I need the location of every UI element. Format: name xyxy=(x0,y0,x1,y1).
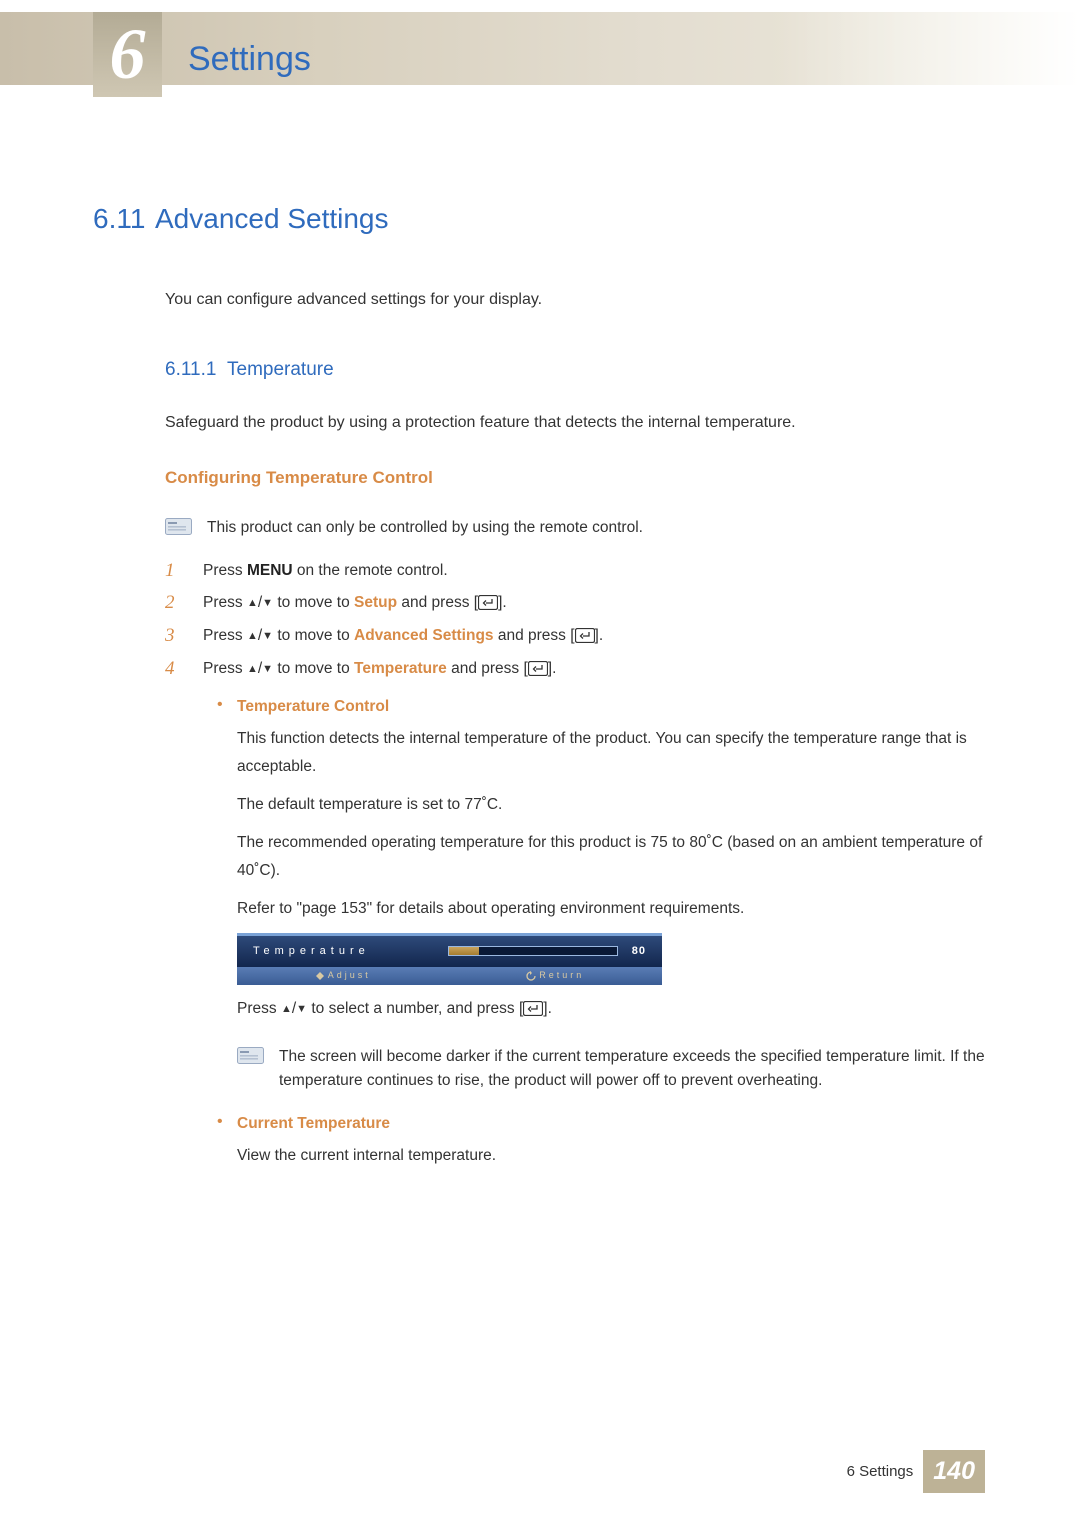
step-1: 1 Press MENU on the remote control. xyxy=(165,559,987,584)
osd-adjust-label: Adjust xyxy=(328,969,371,983)
t: Press xyxy=(203,660,247,677)
slider-fill xyxy=(449,947,479,955)
section-number: 6.11 xyxy=(93,197,155,240)
osd-label: Temperature xyxy=(253,943,370,960)
t: and press [ xyxy=(397,594,478,611)
down-icon: ▼ xyxy=(262,663,273,675)
step-text: Press ▲/▼ to move to Setup and press []. xyxy=(203,591,507,615)
note-icon xyxy=(237,1047,269,1065)
step-num: 4 xyxy=(165,657,203,682)
subsection-number: 6.11.1 xyxy=(165,355,227,384)
t: Press xyxy=(203,627,247,644)
note-darker: The screen will become darker if the cur… xyxy=(237,1045,987,1095)
bullet-current-temp: • Current Temperature xyxy=(217,1112,987,1136)
up-icon: ▲ xyxy=(247,663,258,675)
step-text: Press ▲/▼ to move to Temperature and pre… xyxy=(203,657,556,681)
nav-target: Setup xyxy=(354,594,397,611)
enter-icon xyxy=(575,627,595,642)
temp-ctrl-p2: The default temperature is set to 77˚C. xyxy=(237,791,987,819)
config-heading: Configuring Temperature Control xyxy=(165,465,987,491)
up-icon: ▲ xyxy=(281,1003,292,1015)
subsection-heading: 6.11.1Temperature xyxy=(165,355,987,384)
osd-return: Return xyxy=(526,969,584,983)
osd-adjust: Adjust xyxy=(315,969,371,983)
osd-bottom-row: Adjust Return xyxy=(237,967,662,985)
section-heading: 6.11Advanced Settings xyxy=(93,197,987,240)
enter-icon xyxy=(478,594,498,609)
t: and press [ xyxy=(447,660,528,677)
down-icon: ▼ xyxy=(262,630,273,642)
slider-track xyxy=(448,946,618,956)
step-num: 3 xyxy=(165,624,203,649)
step-text: Press ▲/▼ to move to Advanced Settings a… xyxy=(203,624,603,648)
temp-ctrl-p4: Refer to "page 153" for details about op… xyxy=(237,895,987,923)
t: Press xyxy=(237,1000,281,1017)
t: on the remote control. xyxy=(293,562,448,579)
bullet-title: Temperature Control xyxy=(237,695,389,719)
t: ]. xyxy=(543,1000,552,1017)
t: ]. xyxy=(498,594,507,611)
up-icon: ▲ xyxy=(247,597,258,609)
banner-fade xyxy=(780,12,1080,85)
t: to select a number, and press [ xyxy=(307,1000,523,1017)
osd-slider: 80 xyxy=(448,943,646,960)
osd-return-label: Return xyxy=(539,969,584,983)
subsection-intro: Safeguard the product by using a protect… xyxy=(165,411,987,436)
step-2: 2 Press ▲/▼ to move to Setup and press [… xyxy=(165,591,987,616)
note-remote: This product can only be controlled by u… xyxy=(165,516,987,541)
t: and press [ xyxy=(494,627,575,644)
t: Press xyxy=(203,594,247,611)
down-icon: ▼ xyxy=(262,597,273,609)
osd-temperature: Temperature 80 Adjust Return xyxy=(237,933,662,985)
up-icon: ▲ xyxy=(247,630,258,642)
bullet-temp-control: • Temperature Control xyxy=(217,695,987,719)
temp-ctrl-p3: The recommended operating temperature fo… xyxy=(237,829,987,885)
page-content: 6.11Advanced Settings You can configure … xyxy=(0,97,1080,1170)
menu-key: MENU xyxy=(247,562,293,579)
step-3: 3 Press ▲/▼ to move to Advanced Settings… xyxy=(165,624,987,649)
step-4: 4 Press ▲/▼ to move to Temperature and p… xyxy=(165,657,987,682)
t: ]. xyxy=(548,660,557,677)
nav-target: Advanced Settings xyxy=(354,627,494,644)
steps-list: 1 Press MENU on the remote control. 2 Pr… xyxy=(165,559,987,682)
page-footer: 6 Settings 140 xyxy=(847,1450,985,1493)
note-icon xyxy=(165,518,197,536)
bullet-icon: • xyxy=(217,1112,237,1133)
note-darker-text: The screen will become darker if the cur… xyxy=(279,1045,987,1095)
bullet-title: Current Temperature xyxy=(237,1112,390,1136)
footer-chapter: 6 Settings xyxy=(847,1460,914,1483)
temp-ctrl-select-line: Press ▲/▼ to select a number, and press … xyxy=(237,995,987,1023)
t: Press xyxy=(203,562,247,579)
t: to move to xyxy=(273,594,354,611)
osd-top-row: Temperature 80 xyxy=(237,933,662,967)
enter-icon xyxy=(528,660,548,675)
page-number: 140 xyxy=(923,1450,985,1493)
section-intro: You can configure advanced settings for … xyxy=(165,288,987,313)
nav-target: Temperature xyxy=(354,660,447,677)
chapter-number: 6 xyxy=(93,12,162,97)
chapter-header: 6 Settings xyxy=(0,0,1080,97)
slider-value: 80 xyxy=(632,943,646,960)
section-title: Advanced Settings xyxy=(155,203,389,234)
chapter-title: Settings xyxy=(188,33,311,86)
step-text: Press MENU on the remote control. xyxy=(203,559,448,583)
t: to move to xyxy=(273,627,354,644)
t: to move to xyxy=(273,660,354,677)
bullet-icon: • xyxy=(217,695,237,716)
subsection-title: Temperature xyxy=(227,359,334,380)
temp-ctrl-p1: This function detects the internal tempe… xyxy=(237,725,987,781)
step-num: 1 xyxy=(165,559,203,584)
cur-temp-body: View the current internal temperature. xyxy=(237,1142,987,1170)
step-num: 2 xyxy=(165,591,203,616)
down-icon: ▼ xyxy=(296,1003,307,1015)
t: ]. xyxy=(595,627,604,644)
enter-icon xyxy=(523,998,543,1013)
note-remote-text: This product can only be controlled by u… xyxy=(207,516,987,541)
